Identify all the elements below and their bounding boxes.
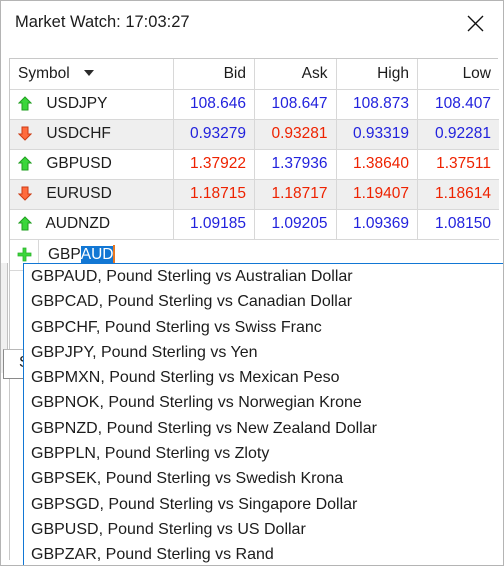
cell-bid: 0.93279 — [173, 119, 255, 150]
table-body: USDJPY 108.646 108.647 108.873 108.407 U… — [10, 89, 499, 271]
plus-icon — [17, 247, 32, 262]
column-header-ask[interactable]: Ask — [254, 59, 337, 90]
cell-symbol: USDJPY — [10, 89, 174, 120]
cell-symbol: EURUSD — [10, 179, 174, 210]
symbol-label: USDCHF — [46, 125, 111, 142]
cell-low: 1.37511 — [417, 149, 499, 180]
list-item[interactable]: GBPJPY, Pound Sterling vs Yen — [24, 340, 503, 365]
cell-low: 1.08150 — [417, 209, 499, 240]
cell-ask: 108.647 — [254, 89, 337, 120]
text-caret — [113, 244, 116, 263]
cell-high: 1.09369 — [336, 209, 418, 240]
cell-symbol: GBPUSD — [10, 149, 174, 180]
list-item[interactable]: GBPSEK, Pound Sterling vs Swedish Krona — [24, 466, 503, 491]
list-item[interactable]: GBPCAD, Pound Sterling vs Canadian Dolla… — [24, 289, 503, 314]
cell-ask: 1.18717 — [254, 179, 337, 210]
symbol-input-completion-text: AUD — [80, 245, 114, 264]
cell-low: 108.407 — [417, 89, 499, 120]
cell-symbol: USDCHF — [10, 119, 174, 150]
list-item[interactable]: GBPNZD, Pound Sterling vs New Zealand Do… — [24, 416, 503, 441]
list-item[interactable]: GBPCHF, Pound Sterling vs Swiss Franc — [24, 315, 503, 340]
cell-high: 108.873 — [336, 89, 418, 120]
cell-low: 1.18614 — [417, 179, 499, 210]
arrow-up-icon — [18, 96, 32, 111]
window-titlebar: Market Watch: 17:03:27 — [1, 1, 503, 47]
cell-low: 0.92281 — [417, 119, 499, 150]
table-row[interactable]: USDJPY 108.646 108.647 108.873 108.407 — [10, 89, 499, 120]
table-row[interactable]: USDCHF 0.93279 0.93281 0.93319 0.92281 — [10, 119, 499, 150]
window-title: Market Watch: 17:03:27 — [15, 13, 190, 31]
cell-bid: 108.646 — [173, 89, 255, 120]
symbol-label: AUDNZD — [45, 215, 111, 232]
cell-high: 0.93319 — [336, 119, 418, 150]
arrow-down-icon — [18, 126, 32, 141]
column-header-symbol[interactable]: Symbol — [10, 59, 174, 90]
list-item[interactable]: GBPAUD, Pound Sterling vs Australian Dol… — [24, 264, 503, 289]
cell-high: 1.19407 — [336, 179, 418, 210]
quotes-table: Symbol Bid Ask High Low USDJPY 108.646 1… — [10, 59, 499, 271]
add-symbol-button[interactable] — [10, 247, 38, 262]
list-item[interactable]: GBPNOK, Pound Sterling vs Norwegian Kron… — [24, 390, 503, 415]
close-icon — [467, 15, 484, 32]
cell-ask: 0.93281 — [254, 119, 337, 150]
cell-bid: 1.18715 — [173, 179, 255, 210]
column-header-high[interactable]: High — [336, 59, 418, 90]
column-header-low[interactable]: Low — [417, 59, 499, 90]
list-item[interactable]: GBPZAR, Pound Sterling vs Rand — [24, 542, 503, 565]
symbol-label: GBPUSD — [46, 155, 112, 172]
arrow-up-icon — [18, 216, 32, 231]
column-header-symbol-label: Symbol — [18, 64, 70, 82]
arrow-up-icon — [18, 156, 32, 171]
cell-ask: 1.37936 — [254, 149, 337, 180]
cell-symbol: AUDNZD — [10, 209, 174, 240]
symbol-input-typed-text: GBP — [48, 245, 81, 263]
symbol-autocomplete-dropdown[interactable]: GBPAUD, Pound Sterling vs Australian Dol… — [23, 263, 503, 565]
market-watch-window: Market Watch: 17:03:27 Symbol Bid Ask Hi… — [0, 0, 504, 566]
header-row: Symbol Bid Ask High Low — [10, 59, 499, 90]
list-item[interactable]: GBPUSD, Pound Sterling vs US Dollar — [24, 517, 503, 542]
cell-ask: 1.09205 — [254, 209, 337, 240]
list-item[interactable]: GBPMXN, Pound Sterling vs Mexican Peso — [24, 365, 503, 390]
column-header-bid[interactable]: Bid — [173, 59, 255, 90]
close-button[interactable] — [453, 5, 497, 41]
table-header: Symbol Bid Ask High Low — [10, 59, 499, 90]
list-item[interactable]: GBPSGD, Pound Sterling vs Singapore Doll… — [24, 492, 503, 517]
cell-bid: 1.09185 — [173, 209, 255, 240]
symbol-label: USDJPY — [46, 95, 108, 112]
cell-bid: 1.37922 — [173, 149, 255, 180]
table-row[interactable]: AUDNZD 1.09185 1.09205 1.09369 1.08150 — [10, 209, 499, 240]
table-row[interactable]: GBPUSD 1.37922 1.37936 1.38640 1.37511 — [10, 149, 499, 180]
cell-high: 1.38640 — [336, 149, 418, 180]
chevron-down-icon — [84, 69, 94, 76]
symbol-label: EURUSD — [46, 185, 112, 202]
list-item[interactable]: GBPPLN, Pound Sterling vs Zloty — [24, 441, 503, 466]
arrow-down-icon — [18, 186, 32, 201]
table-row[interactable]: EURUSD 1.18715 1.18717 1.19407 1.18614 — [10, 179, 499, 210]
